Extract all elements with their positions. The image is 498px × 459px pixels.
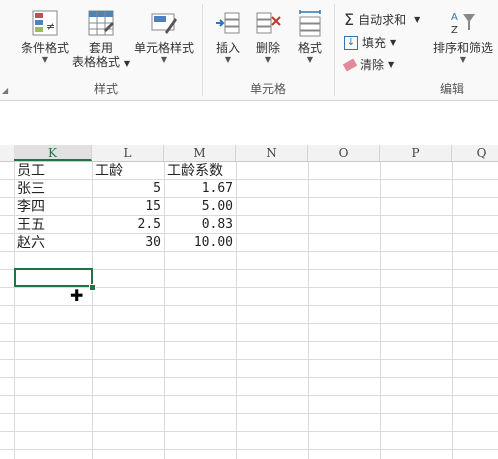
cell-l1[interactable]: 工龄 [92,162,164,180]
fill-handle[interactable] [89,284,96,291]
fill-down-icon: ↓ [344,35,358,50]
sort-filter-icon: A Z [451,12,475,36]
conditional-format-label: 条件格式 [20,41,69,55]
grid-line [0,341,498,342]
autosum-label: 自动求和 [358,13,407,27]
format-cells-icon [299,10,321,37]
chevron-down-icon: ▼ [224,55,232,64]
chevron-down-icon: ▼ [306,55,314,64]
column-header-n[interactable]: N [236,145,308,161]
column-header-q[interactable]: Q [452,145,498,161]
format-as-table-button[interactable]: 套用 表格格式 ▼ [70,8,132,71]
conditional-format-icon: ≠ [32,10,58,36]
grid-line [0,395,498,396]
cell-l5[interactable]: 30 [92,234,164,252]
column-header-p[interactable]: P [380,145,452,161]
chevron-down-icon: ▼ [459,55,467,64]
conditional-format-button[interactable]: ≠ 条件格式 ▼ [14,8,76,65]
group-separator [202,4,203,96]
cell-styles-label: 单元格样式 [133,41,194,55]
eraser-icon [342,58,358,71]
insert-label: 插入 [215,41,240,55]
cell-m5[interactable]: 10.00 [164,234,236,252]
dialog-launcher-icon[interactable]: ◢ [2,86,8,95]
cell-l3[interactable]: 15 [92,198,164,216]
insert-button[interactable]: 插入 ▼ [210,8,246,65]
format-as-table-icon [88,10,114,36]
svg-text:A: A [451,12,458,23]
cell-styles-button[interactable]: 单元格样式 ▼ [132,8,196,65]
svg-text:Z: Z [451,25,458,36]
grid-line [0,359,498,360]
chevron-down-icon: ▼ [264,55,272,64]
chevron-down-icon: ▼ [123,59,130,68]
cross-cursor-icon: ✚ [70,286,84,305]
grid-line [0,449,498,450]
active-cell-selection[interactable] [14,268,93,287]
cell-k3[interactable]: 李四 [14,198,92,216]
column-header-k[interactable]: K [14,145,92,161]
column-header-m[interactable]: M [164,145,236,161]
cell-k2[interactable]: 张三 [14,180,92,198]
clear-label: 清除 [360,58,385,72]
sigma-icon: Σ [344,10,355,29]
column-headers: K L M N O P Q [0,145,498,162]
column-header-o[interactable]: O [308,145,380,161]
grid-line [236,162,237,459]
cell-m2[interactable]: 1.67 [164,180,236,198]
grid-line [0,431,498,432]
styles-group-label: 样式 [94,82,119,96]
format-label: 格式 [297,41,322,55]
cell-l2[interactable]: 5 [92,180,164,198]
chevron-down-icon: ▼ [41,55,49,64]
cell-m1[interactable]: 工龄系数 [164,162,236,180]
fill-label: 填充 [362,36,387,50]
column-header-l[interactable]: L [92,145,164,161]
grid-line [0,413,498,414]
clear-button[interactable]: 清除 ▼ [342,56,395,73]
grid-line [308,162,309,459]
chevron-down-icon: ▼ [390,38,397,47]
insert-cells-icon [216,12,240,34]
format-button[interactable]: 格式 ▼ [292,8,328,65]
cells-group-label: 单元格 [250,82,287,96]
delete-label: 删除 [255,41,280,55]
chevron-down-icon: ▼ [414,15,421,24]
cell-m4[interactable]: 0.83 [164,216,236,234]
format-as-table-label-2: 表格格式 ▼ [70,55,132,71]
cell-styles-icon [151,13,177,34]
grid-line [452,162,453,459]
cell-m3[interactable]: 5.00 [164,198,236,216]
chevron-down-icon: ▼ [388,60,395,69]
grid-line [0,305,498,306]
cell-l4[interactable]: 2.5 [92,216,164,234]
svg-text:≠: ≠ [46,20,55,33]
sort-filter-button[interactable]: A Z 排序和筛选 ▼ [430,8,496,65]
grid-line [0,377,498,378]
chevron-down-icon: ▼ [160,55,168,64]
ribbon: ≠ 条件格式 ▼ 套用 表格格式 ▼ 单元格样式 ▼ 样式 ◢ 插入 ▼ 删除 … [0,0,498,101]
cell-k4[interactable]: 王五 [14,216,92,234]
format-as-table-label-1: 套用 [88,41,113,55]
editing-group-label: 编辑 [440,82,465,96]
grid-line [380,162,381,459]
fill-button[interactable]: ↓ 填充 ▼ [344,34,396,51]
grid-line [0,323,498,324]
formula-bar-area [0,101,498,146]
format-as-table-label-2-text: 表格格式 [72,55,121,69]
delete-cells-icon [256,12,281,34]
autosum-button[interactable]: Σ 自动求和 ▼ [344,10,420,29]
delete-button[interactable]: 删除 ▼ [250,8,286,65]
sort-filter-label: 排序和筛选 [432,41,493,55]
group-separator [334,4,335,96]
cell-k1[interactable]: 员工 [14,162,92,180]
cell-k5[interactable]: 赵六 [14,234,92,252]
